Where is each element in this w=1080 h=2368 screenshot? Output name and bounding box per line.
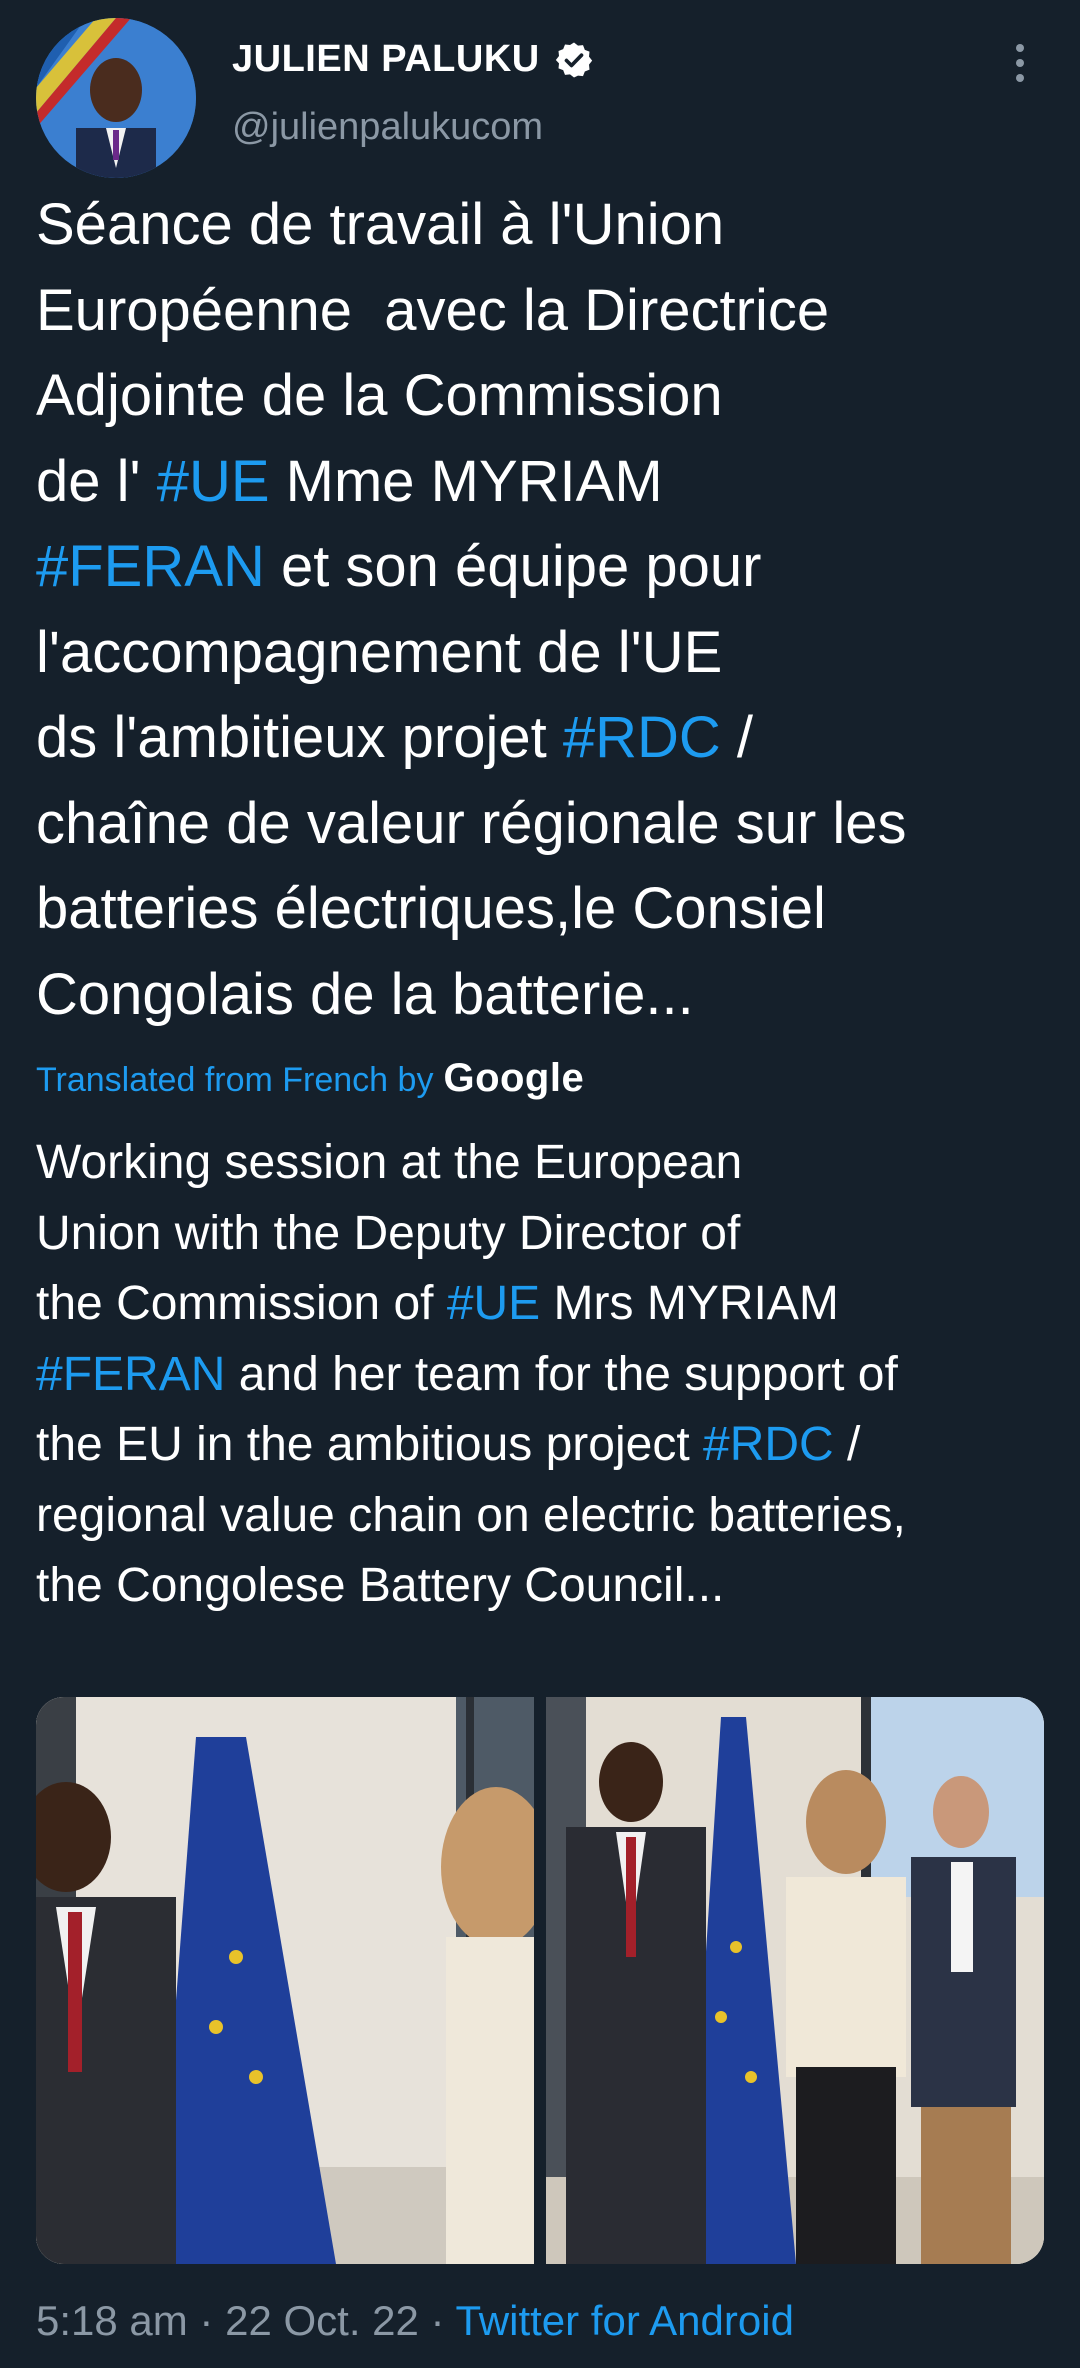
- translated-from-label[interactable]: Translated from French by: [36, 1061, 433, 1100]
- media-gallery[interactable]: [36, 1697, 1044, 2264]
- text-line: batteries électriques,le Consiel: [36, 866, 1046, 952]
- text-line: #FERAN et son équipe pour: [36, 524, 1046, 610]
- hashtag-link[interactable]: #RDC: [563, 705, 721, 770]
- text-segment: ds l'ambitieux projet: [36, 705, 563, 770]
- text-segment: Mme MYRIAM: [269, 448, 663, 514]
- verified-badge-icon: [555, 42, 592, 77]
- text-line: Union with the Deputy Director of: [36, 1199, 1046, 1270]
- text-segment: Union with the Deputy Director of: [36, 1206, 741, 1260]
- translated-text: Working session at the European Union wit…: [36, 1128, 1046, 1622]
- text-segment: Mrs MYRIAM: [540, 1277, 839, 1330]
- text-line: #FERAN and her team for the support of: [36, 1340, 1046, 1411]
- text-segment: Working session at the European: [36, 1136, 743, 1189]
- google-logo: Google: [443, 1056, 585, 1100]
- text-line: ds l'ambitieux projet #RDC /: [36, 695, 1046, 781]
- text-segment: Européenne avec la Directrice: [36, 277, 830, 343]
- author-avatar[interactable]: [36, 18, 196, 178]
- text-segment: et son équipe pour: [264, 534, 762, 599]
- photo-2-image: [546, 1697, 1044, 2264]
- avatar-photo: [36, 18, 196, 178]
- text-segment: Séance de travail à l'Union: [36, 192, 725, 257]
- text-line: Congolais de la batterie...: [36, 952, 1046, 1038]
- text-line: the Commission of #UE Mrs MYRIAM: [36, 1269, 1046, 1340]
- text-segment: Congolais de la batterie...: [36, 961, 694, 1027]
- text-line: l'accompagnement de l'UE: [36, 610, 1046, 696]
- text-line: the Congolese Battery Council...: [36, 1551, 1046, 1622]
- tweet-text: Séance de travail à l'Union Européenne av…: [36, 182, 1046, 1037]
- text-segment: batteries électriques,le Consiel: [36, 876, 826, 941]
- text-segment: the Congolese Battery Council...: [36, 1559, 725, 1612]
- text-line: Européenne avec la Directrice: [36, 268, 1046, 354]
- text-segment: /: [720, 705, 754, 770]
- text-line: chaîne de valeur régionale sur les: [36, 781, 1046, 867]
- text-segment: the Commission of: [36, 1277, 447, 1330]
- text-segment: and her team for the support of: [225, 1347, 898, 1401]
- tweet-metadata: 5:18 am · 22 Oct. 22 · Twitter for Andro…: [36, 2297, 794, 2345]
- text-segment: the EU in the ambitious project: [36, 1418, 704, 1471]
- author-handle[interactable]: @julienpalukucom: [232, 106, 543, 149]
- separator: ·: [418, 2297, 456, 2344]
- photo-1[interactable]: [36, 1697, 534, 2264]
- author-name[interactable]: JULIEN PALUKU: [232, 38, 540, 81]
- text-segment: de l': [36, 448, 157, 514]
- tweet-date: 22 Oct. 22: [225, 2297, 419, 2344]
- hashtag-link[interactable]: #FERAN: [36, 534, 265, 599]
- more-options-icon[interactable]: [1010, 44, 1030, 88]
- text-line: Adjointe de la Commission: [36, 353, 1046, 439]
- text-line: regional value chain on electric batteri…: [36, 1481, 1046, 1552]
- hashtag-link[interactable]: #UE: [447, 1277, 540, 1330]
- tweet-source-link[interactable]: Twitter for Android: [455, 2297, 793, 2344]
- author-name-row: JULIEN PALUKU: [232, 38, 594, 81]
- text-segment: regional value chain on electric batteri…: [36, 1488, 906, 1542]
- photo-1-image: [36, 1697, 534, 2264]
- tweet-header: JULIEN PALUKU @julienpalukucom: [0, 0, 1080, 178]
- text-segment: Adjointe de la Commission: [36, 363, 723, 428]
- hashtag-link[interactable]: #UE: [157, 449, 270, 514]
- separator: ·: [187, 2297, 226, 2344]
- translation-attribution: Translated from French by Google: [36, 1056, 584, 1101]
- tweet-time: 5:18 am: [36, 2297, 188, 2344]
- text-segment: l'accompagnement de l'UE: [36, 619, 723, 685]
- text-segment: /: [833, 1418, 861, 1471]
- hashtag-link[interactable]: #RDC: [703, 1418, 834, 1471]
- text-line: de l' #UE Mme MYRIAM: [36, 439, 1046, 525]
- text-line: Séance de travail à l'Union: [36, 182, 1046, 268]
- hashtag-link[interactable]: #FERAN: [36, 1348, 225, 1401]
- text-segment: chaîne de valeur régionale sur les: [36, 790, 907, 856]
- text-line: Working session at the European: [36, 1128, 1046, 1199]
- photo-2[interactable]: [546, 1697, 1044, 2264]
- text-line: the EU in the ambitious project #RDC /: [36, 1410, 1046, 1481]
